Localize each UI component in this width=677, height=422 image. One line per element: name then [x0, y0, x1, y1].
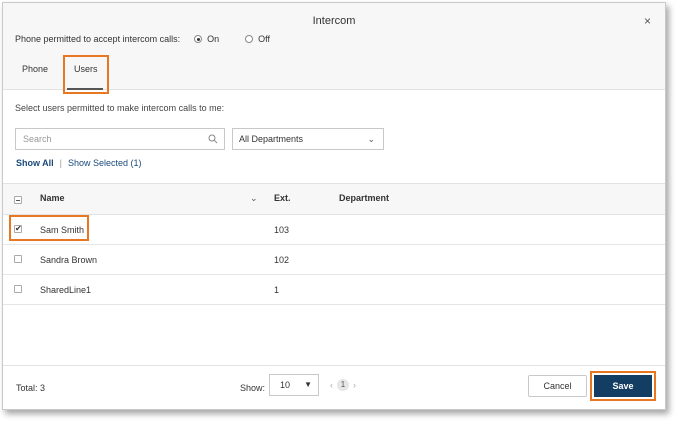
next-page-icon[interactable]: › [353, 380, 356, 390]
column-header-name[interactable]: Name [40, 184, 65, 212]
close-icon[interactable]: × [644, 14, 651, 28]
show-filter-links: Show All | Show Selected (1) [16, 158, 142, 168]
table-row[interactable]: Sandra Brown 102 [3, 245, 665, 275]
show-selected-link[interactable]: Show Selected (1) [68, 158, 142, 168]
dialog-title: Intercom [312, 15, 356, 27]
chevron-down-icon: ⌄ [367, 134, 375, 144]
user-ext: 102 [274, 255, 290, 265]
column-header-department: Department [339, 193, 390, 203]
user-ext: 1 [274, 285, 280, 295]
table-row[interactable]: SharedLine1 1 [3, 275, 665, 305]
select-all-checkbox[interactable] [14, 196, 22, 204]
intercom-permission-row: Phone permitted to accept intercom calls… [15, 34, 270, 44]
page-size-value: 10 [280, 380, 291, 390]
department-select-value: All Departments [239, 134, 304, 144]
user-name: SharedLine1 [40, 285, 92, 295]
radio-off-label: Off [258, 34, 270, 44]
search-box [15, 128, 225, 150]
radio-on-option[interactable]: On [194, 34, 219, 44]
radio-on[interactable] [194, 35, 203, 43]
instructions-text: Select users permitted to make intercom … [15, 103, 225, 113]
search-icon[interactable] [208, 134, 218, 144]
current-page[interactable]: 1 [337, 379, 349, 391]
cancel-button[interactable]: Cancel [528, 375, 587, 397]
column-header-ext: Ext. [274, 193, 291, 203]
table-header: Name ⌄ Ext. Department [3, 183, 665, 215]
selected-row-highlight [9, 215, 89, 241]
total-count: Total: 3 [16, 383, 46, 393]
prev-page-icon[interactable]: ‹ [330, 380, 333, 390]
page-size-select[interactable]: 10 ▼ [269, 374, 319, 396]
page-size-label: Show: [240, 383, 266, 393]
intercom-dialog: Intercom × Phone permitted to accept int… [2, 2, 666, 410]
users-table: Name ⌄ Ext. Department Sam Smith 103 San… [3, 183, 665, 305]
radio-off-option[interactable]: Off [245, 34, 270, 44]
user-ext: 103 [274, 225, 290, 235]
row-checkbox[interactable] [14, 285, 22, 293]
sort-chevron-icon[interactable]: ⌄ [250, 184, 258, 212]
dialog-footer: Total: 3 Show: 10 ▼ ‹ 1 › Cancel Save [3, 365, 665, 409]
radio-on-label: On [207, 34, 220, 44]
row-checkbox[interactable] [14, 255, 22, 263]
link-separator: | [59, 158, 63, 168]
caret-down-icon: ▼ [304, 380, 312, 389]
show-all-link[interactable]: Show All [16, 158, 54, 168]
pagination: ‹ 1 › [330, 379, 356, 391]
tab-phone[interactable]: Phone [22, 64, 48, 74]
department-select[interactable]: All Departments ⌄ [232, 128, 384, 150]
search-input[interactable] [16, 129, 196, 149]
table-row[interactable]: Sam Smith 103 [3, 215, 665, 245]
tab-users-highlight [63, 55, 109, 94]
radio-off[interactable] [245, 35, 254, 43]
save-button[interactable]: Save [594, 375, 652, 397]
permission-label: Phone permitted to accept intercom calls… [15, 34, 181, 44]
user-name: Sandra Brown [40, 255, 98, 265]
